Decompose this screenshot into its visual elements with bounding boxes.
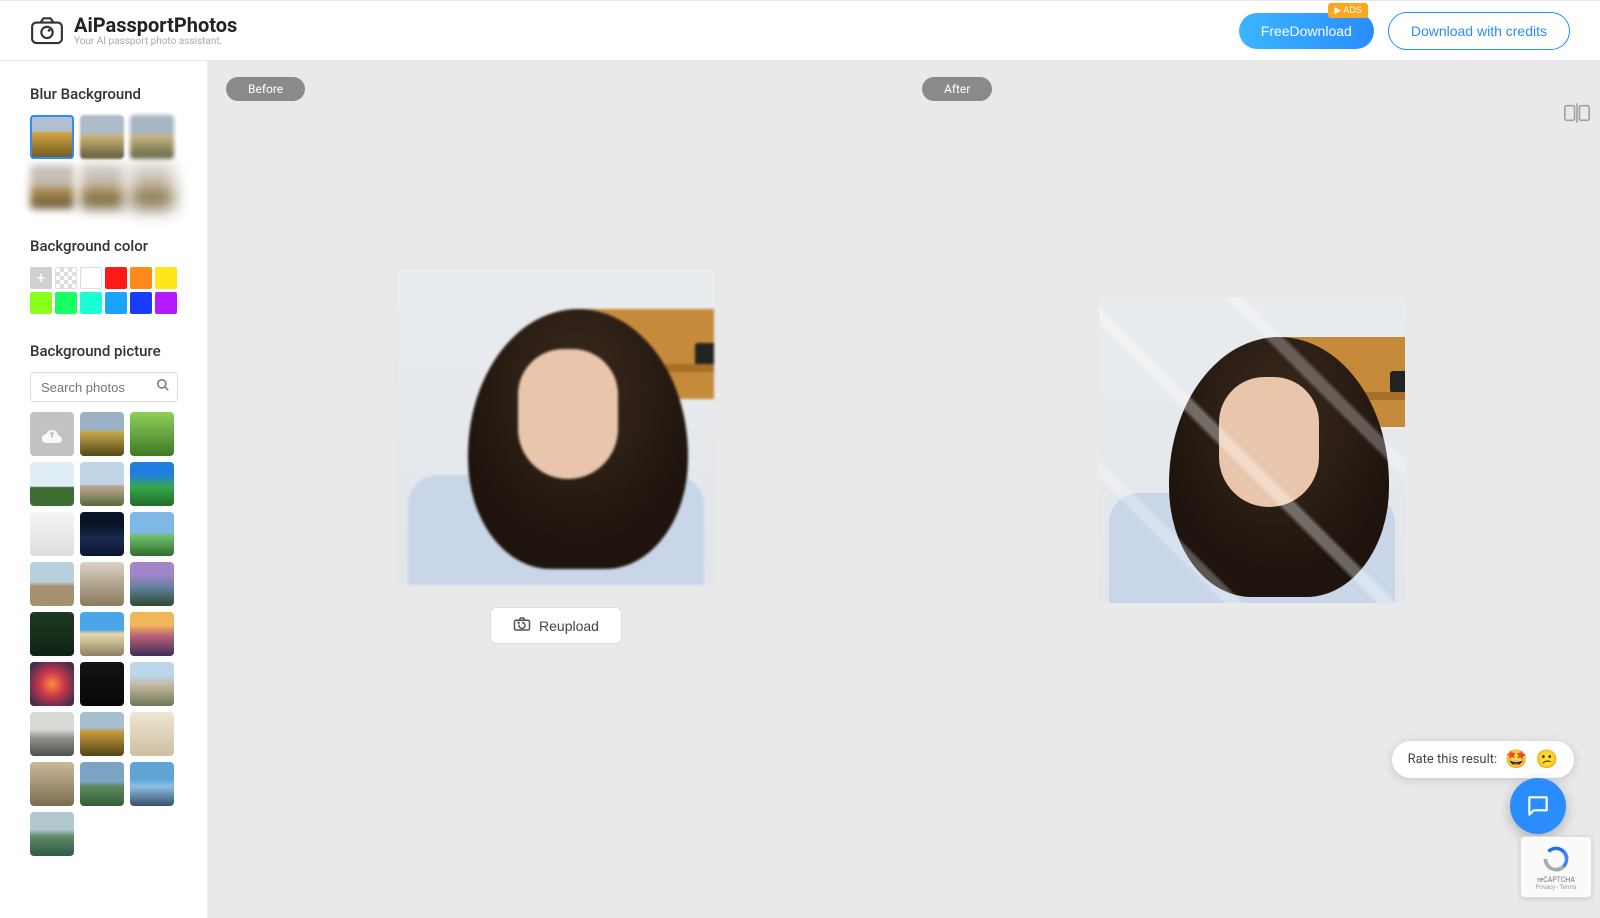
bg-pic-8[interactable] [130, 512, 174, 556]
bg-pic-2[interactable] [130, 412, 174, 456]
blur-level-4[interactable] [30, 165, 74, 209]
bg-pic-14[interactable] [130, 612, 174, 656]
logo-title: AiPassportPhotos [74, 14, 237, 36]
color-cyan[interactable] [80, 292, 102, 314]
bg-pic-6[interactable] [30, 512, 74, 556]
free-download-button[interactable]: FreeDownload ▶ ADS [1239, 13, 1374, 49]
recaptcha-label: reCAPTCHA [1537, 876, 1575, 884]
sidebar: Blur Background Background color + [0, 61, 208, 918]
before-label: Before [226, 77, 305, 101]
blur-level-2[interactable] [80, 115, 124, 159]
rate-bad-emoji[interactable]: 😕 [1536, 749, 1558, 770]
download-credits-button[interactable]: Download with credits [1388, 12, 1570, 50]
after-label: After [922, 77, 992, 101]
color-orange[interactable] [130, 267, 152, 289]
bg-pic-24[interactable] [30, 812, 74, 856]
rate-good-emoji[interactable]: 🤩 [1505, 749, 1527, 770]
color-add-button[interactable]: + [30, 267, 52, 289]
ads-badge: ▶ ADS [1328, 3, 1367, 18]
bg-pic-17[interactable] [130, 662, 174, 706]
bg-pic-upload[interactable] [30, 412, 74, 456]
color-white[interactable] [80, 267, 102, 289]
reupload-label: Reupload [539, 618, 599, 634]
bg-pic-12[interactable] [30, 612, 74, 656]
bg-pic-16[interactable] [80, 662, 124, 706]
free-download-label: FreeDownload [1261, 23, 1352, 39]
blur-level-5[interactable] [80, 165, 124, 209]
bg-pic-18[interactable] [30, 712, 74, 756]
bg-pic-3[interactable] [30, 462, 74, 506]
blur-level-1[interactable] [30, 115, 74, 159]
camera-reload-icon [513, 616, 531, 635]
search-input[interactable] [30, 372, 178, 402]
color-blue[interactable] [130, 292, 152, 314]
bg-pic-20[interactable] [130, 712, 174, 756]
header-actions: FreeDownload ▶ ADS Download with credits [1239, 12, 1570, 50]
content: Before [208, 61, 1600, 918]
color-red[interactable] [105, 267, 127, 289]
bg-pic-23[interactable] [130, 762, 174, 806]
after-image [1099, 297, 1405, 603]
camera-icon [30, 16, 64, 46]
bg-pic-13[interactable] [80, 612, 124, 656]
blur-bg-title: Blur Background [30, 85, 191, 103]
blur-level-6[interactable] [130, 165, 174, 209]
rate-result-bubble: Rate this result: 🤩 😕 [1392, 741, 1574, 778]
bg-pic-9[interactable] [30, 562, 74, 606]
logo-subtitle: Your AI passport photo assistant. [74, 36, 237, 47]
bg-pic-1[interactable] [80, 412, 124, 456]
blur-level-3[interactable] [130, 115, 174, 159]
logo[interactable]: AiPassportPhotos Your AI passport photo … [30, 14, 237, 47]
recaptcha-badge[interactable]: reCAPTCHA Privacy - Terms [1520, 836, 1592, 898]
bg-pic-22[interactable] [80, 762, 124, 806]
section-blur-bg: Blur Background [30, 85, 191, 209]
section-bg-color: Background color + [30, 237, 191, 314]
color-yellow[interactable] [155, 267, 177, 289]
reupload-button[interactable]: Reupload [490, 607, 622, 644]
bg-color-title: Background color [30, 237, 191, 255]
color-sky[interactable] [105, 292, 127, 314]
bg-pic-19[interactable] [80, 712, 124, 756]
recaptcha-sublabel: Privacy - Terms [1536, 884, 1577, 891]
ads-badge-text: ADS [1343, 5, 1362, 15]
section-bg-picture: Background picture [30, 342, 191, 856]
panel-after: After [904, 61, 1600, 918]
color-transparent[interactable] [55, 267, 77, 289]
before-image [398, 269, 714, 585]
bg-pic-21[interactable] [30, 762, 74, 806]
bg-pic-4[interactable] [80, 462, 124, 506]
chat-button[interactable] [1510, 778, 1566, 834]
bg-pic-7[interactable] [80, 512, 124, 556]
bg-pic-11[interactable] [130, 562, 174, 606]
color-green[interactable] [55, 292, 77, 314]
bg-picture-title: Background picture [30, 342, 191, 360]
search-box [30, 372, 178, 402]
bg-pic-15[interactable] [30, 662, 74, 706]
bg-pic-5[interactable] [130, 462, 174, 506]
panel-before: Before [208, 61, 904, 918]
color-purple[interactable] [155, 292, 177, 314]
color-lime[interactable] [30, 292, 52, 314]
bg-pic-10[interactable] [80, 562, 124, 606]
rate-text: Rate this result: [1408, 752, 1498, 767]
header: AiPassportPhotos Your AI passport photo … [0, 0, 1600, 61]
